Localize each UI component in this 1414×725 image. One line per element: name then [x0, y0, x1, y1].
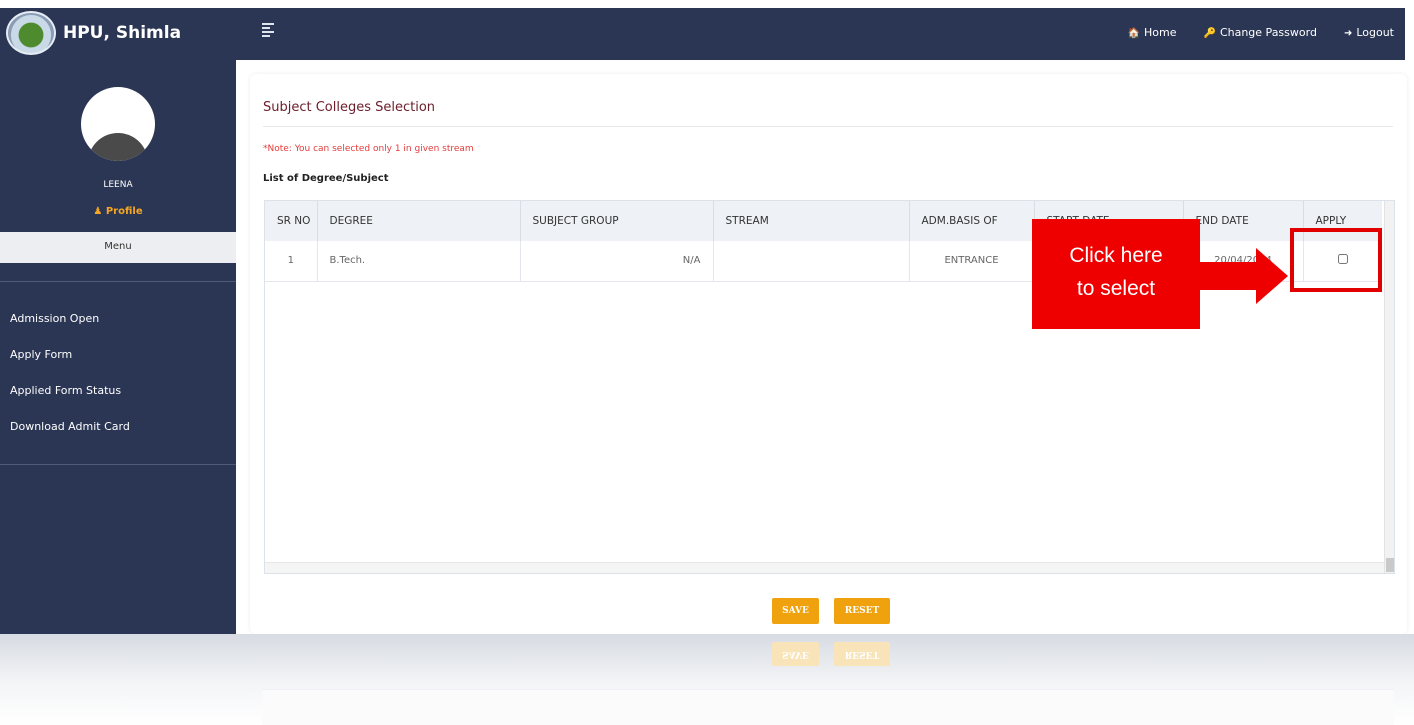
card-reflection — [262, 689, 1394, 725]
menu-header: Menu — [0, 232, 236, 263]
col-sr-no: SR NO — [265, 201, 318, 241]
col-adm-basis: ADM.BASIS OF — [909, 201, 1035, 241]
col-subject-group: SUBJECT GROUP — [520, 201, 714, 241]
nav-change-password-label: Change Password — [1219, 26, 1317, 39]
cell-sr-no: 1 — [265, 241, 318, 281]
horizontal-scrollbar[interactable] — [265, 562, 1384, 573]
table-header-row: SR NO DEGREE SUBJECT GROUP STREAM ADM.BA… — [265, 201, 1382, 241]
user-icon: ♟ — [93, 206, 103, 217]
sidebar: LEENA ♟ Profile Menu Admission Open Appl… — [0, 60, 236, 635]
key-icon: 🔑 — [1203, 28, 1216, 39]
top-navbar: HPU, Shimla 🏠 Home 🔑 Change Password ➜ Logo… — [0, 8, 1405, 60]
university-logo — [6, 11, 56, 55]
arrow-right-icon — [1196, 248, 1288, 304]
reset-button-reflection: RESET — [834, 642, 890, 666]
cell-stream — [713, 241, 910, 281]
cell-adm-basis: ENTRANCE — [909, 241, 1035, 281]
nav-logout-link[interactable]: ➜ Logout — [1344, 26, 1394, 39]
title-divider — [263, 126, 1393, 127]
sidebar-divider — [0, 464, 236, 465]
top-nav: 🏠 Home 🔑 Change Password ➜ Logout — [1128, 26, 1394, 39]
col-degree: DEGREE — [317, 201, 521, 241]
callout-line-1: Click here — [1069, 244, 1163, 267]
col-end-date: END DATE — [1183, 201, 1304, 241]
page-title: Subject Colleges Selection — [263, 100, 436, 115]
vertical-scrollbar[interactable] — [1384, 201, 1394, 573]
reset-button[interactable]: RESET — [834, 598, 890, 624]
save-button-reflection: SAVE — [772, 642, 819, 666]
instruction-callout: Click here to select — [1032, 219, 1200, 329]
profile-label: Profile — [105, 206, 143, 217]
sidebar-item-admission-open[interactable]: Admission Open — [10, 312, 130, 348]
logout-icon: ➜ — [1343, 28, 1353, 39]
avatar — [81, 87, 155, 161]
nav-logout-label: Logout — [1356, 26, 1394, 39]
profile-link[interactable]: ♟ Profile — [0, 206, 236, 217]
sidebar-divider — [0, 281, 236, 282]
checkbox-highlight-box — [1290, 228, 1382, 292]
user-name: LEENA — [103, 180, 133, 190]
callout-line-2: to select — [1076, 277, 1156, 300]
nav-change-password-link[interactable]: 🔑 Change Password — [1203, 26, 1316, 39]
cell-degree: B.Tech. — [317, 241, 521, 281]
sidebar-item-applied-form-status[interactable]: Applied Form Status — [10, 384, 130, 420]
list-label: List of Degree/Subject — [263, 173, 389, 184]
home-icon: 🏠 — [1127, 28, 1140, 39]
sidebar-item-download-admit-card[interactable]: Download Admit Card — [10, 420, 130, 456]
cell-subject-group: N/A — [520, 241, 714, 281]
col-stream: STREAM — [713, 201, 910, 241]
save-button[interactable]: SAVE — [772, 598, 819, 624]
note-text: *Note: You can selected only 1 in given … — [263, 144, 474, 154]
sidebar-item-apply-form[interactable]: Apply Form — [10, 348, 130, 384]
main-card: Subject Colleges Selection *Note: You ca… — [250, 74, 1407, 634]
menu-toggle-icon[interactable] — [262, 23, 274, 37]
brand-title: HPU, Shimla — [63, 23, 182, 43]
nav-home-link[interactable]: 🏠 Home — [1128, 26, 1177, 39]
nav-home-label: Home — [1144, 26, 1177, 39]
sidebar-nav: Admission Open Apply Form Applied Form S… — [10, 312, 130, 456]
